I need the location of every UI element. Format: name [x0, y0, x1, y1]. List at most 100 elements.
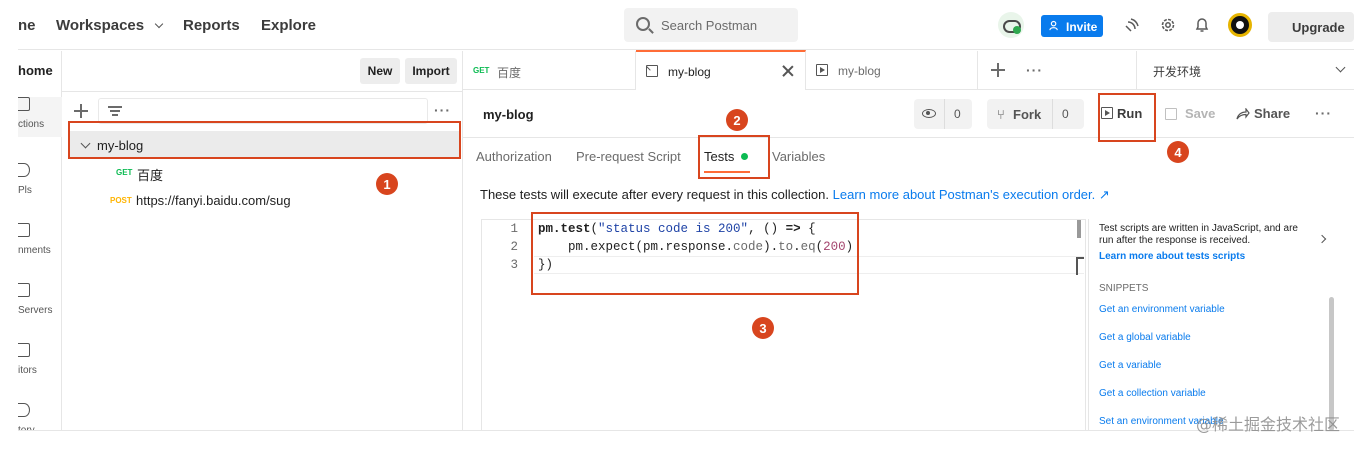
tab-label: my-blog: [838, 64, 881, 78]
chevron-down-icon: [155, 19, 164, 29]
filter-icon[interactable]: [108, 105, 122, 117]
page-title: my-blog: [483, 107, 534, 122]
invite-button[interactable]: Invite: [1041, 15, 1103, 37]
chevron-down-icon: [80, 138, 91, 149]
collection-name: my-blog: [97, 138, 144, 153]
gear-icon[interactable]: [1159, 16, 1177, 34]
search-placeholder: Search Postman: [661, 18, 758, 33]
rail-collections[interactable]: ctions: [18, 97, 62, 137]
user-plus-icon: [1049, 20, 1058, 31]
rail-environments[interactable]: nments: [18, 223, 62, 263]
chevron-right-icon[interactable]: [1317, 234, 1327, 244]
tab-label: my-blog: [668, 65, 711, 79]
close-icon[interactable]: [782, 65, 794, 77]
nav-home[interactable]: ne: [18, 17, 36, 34]
editor-ruler: [1076, 257, 1084, 275]
more-options-icon[interactable]: ···: [434, 102, 451, 118]
avatar[interactable]: [1228, 13, 1252, 37]
rail-label: Pls: [18, 185, 32, 196]
request-row[interactable]: GET 百度: [70, 158, 460, 186]
sidebar-search-input[interactable]: [98, 98, 428, 124]
annotation-badge-3: 3: [752, 317, 774, 339]
eye-icon: [922, 109, 936, 118]
request-method: POST: [110, 196, 132, 205]
fork-icon: ⑂: [997, 107, 1005, 122]
snippets-panel: Test scripts are written in JavaScript, …: [1088, 219, 1354, 430]
invite-label: Invite: [1066, 20, 1098, 34]
tests-info-text: These tests will execute after every req…: [480, 187, 829, 202]
rail-label: nments: [18, 245, 51, 256]
environment-selector[interactable]: 开发环境: [1136, 51, 1354, 90]
snippets-description: Test scripts are written in JavaScript, …: [1099, 223, 1298, 246]
top-bar: ne Workspaces Reports Explore Search Pos…: [18, 0, 1354, 50]
new-label: New: [367, 64, 393, 78]
tests-status-dot: [741, 153, 748, 160]
new-tab-icon[interactable]: [991, 63, 1005, 77]
more-actions-icon[interactable]: ···: [1315, 105, 1332, 121]
save-button: Save: [1165, 97, 1229, 131]
import-label: Import: [412, 64, 450, 78]
nav-explore[interactable]: Explore: [261, 17, 316, 34]
sidebar: home New Import ··· my-blog GET 百度 POST …: [18, 51, 463, 430]
learn-tests-link[interactable]: Learn more about tests scripts: [1099, 251, 1245, 262]
code-line-2: pm.expect(pm.response.code).to.eq(200): [538, 240, 854, 254]
tab-variables[interactable]: Variables: [772, 149, 825, 164]
rail-mock-servers[interactable]: Servers: [18, 283, 62, 323]
snippet-item[interactable]: Get a collection variable: [1099, 388, 1206, 399]
execution-order-link[interactable]: Learn more about Postman's execution ord…: [833, 187, 1110, 202]
search-icon: [636, 17, 650, 31]
snippet-item[interactable]: Get an environment variable: [1099, 304, 1225, 315]
nav-workspaces[interactable]: Workspaces: [56, 17, 164, 34]
upgrade-button[interactable]: Upgrade: [1268, 12, 1354, 42]
import-button[interactable]: Import: [405, 58, 457, 84]
upgrade-label: Upgrade: [1292, 20, 1345, 35]
tab-more-icon[interactable]: ···: [1026, 62, 1043, 78]
mock-servers-icon: [18, 283, 30, 297]
satellite-icon[interactable]: [1123, 16, 1141, 34]
environments-icon: [18, 223, 30, 237]
sidebar-toolbar: ···: [62, 91, 463, 129]
save-label: Save: [1185, 106, 1216, 121]
rail-label: ctions: [18, 119, 45, 130]
request-method: GET: [116, 168, 133, 177]
code-line-3: }): [538, 258, 554, 272]
editor-gutter: 1 2 3: [482, 220, 534, 430]
new-button[interactable]: New: [360, 58, 400, 84]
apis-icon: [18, 163, 30, 177]
tab-my-blog-active[interactable]: my-blog: [636, 50, 806, 90]
fork-button[interactable]: ⑂ Fork 0: [987, 99, 1084, 129]
tab-method: GET: [473, 66, 490, 75]
run-button[interactable]: Run: [1101, 97, 1155, 131]
rail-apis[interactable]: Pls: [18, 163, 62, 203]
monitors-icon: [18, 343, 30, 357]
request-row[interactable]: POST https://fanyi.baidu.com/sug: [70, 186, 460, 214]
fork-count: 0: [1062, 107, 1069, 121]
watch-button[interactable]: 0: [914, 99, 972, 129]
bell-icon[interactable]: [1193, 16, 1211, 34]
snippet-item[interactable]: Get a variable: [1099, 360, 1161, 371]
share-button[interactable]: Share: [1236, 97, 1300, 131]
rail-label: Servers: [18, 305, 53, 316]
fork-label: Fork: [1013, 107, 1042, 122]
code-editor[interactable]: 1 2 3 pm.test("status code is 200", () =…: [481, 219, 1086, 430]
snippet-item[interactable]: Get a global variable: [1099, 332, 1191, 343]
tests-info: These tests will execute after every req…: [480, 187, 1110, 203]
chevron-down-icon: [1335, 62, 1346, 73]
tab-my-blog-runner[interactable]: my-blog: [806, 51, 978, 90]
tab-pre-request-script[interactable]: Pre-request Script: [576, 149, 681, 164]
add-collection-icon[interactable]: [74, 104, 88, 118]
rail-history[interactable]: tory: [18, 403, 62, 430]
tab-tests[interactable]: Tests: [704, 149, 734, 164]
left-rail: ctions Pls nments Servers itors tory: [18, 51, 62, 430]
editor-scrollbar[interactable]: [1077, 220, 1081, 238]
line-number: 1: [510, 222, 518, 236]
nav-reports[interactable]: Reports: [183, 17, 240, 34]
tab-authorization[interactable]: Authorization: [476, 149, 552, 164]
sync-status-icon[interactable]: [998, 12, 1024, 38]
rail-monitors[interactable]: itors: [18, 343, 62, 383]
annotation-badge-1: 1: [376, 173, 398, 195]
search-box[interactable]: Search Postman: [624, 8, 798, 42]
tab-get-baidu[interactable]: GET 百度: [463, 51, 636, 90]
line-number: 2: [510, 240, 518, 254]
collection-row-my-blog[interactable]: my-blog: [70, 131, 460, 159]
